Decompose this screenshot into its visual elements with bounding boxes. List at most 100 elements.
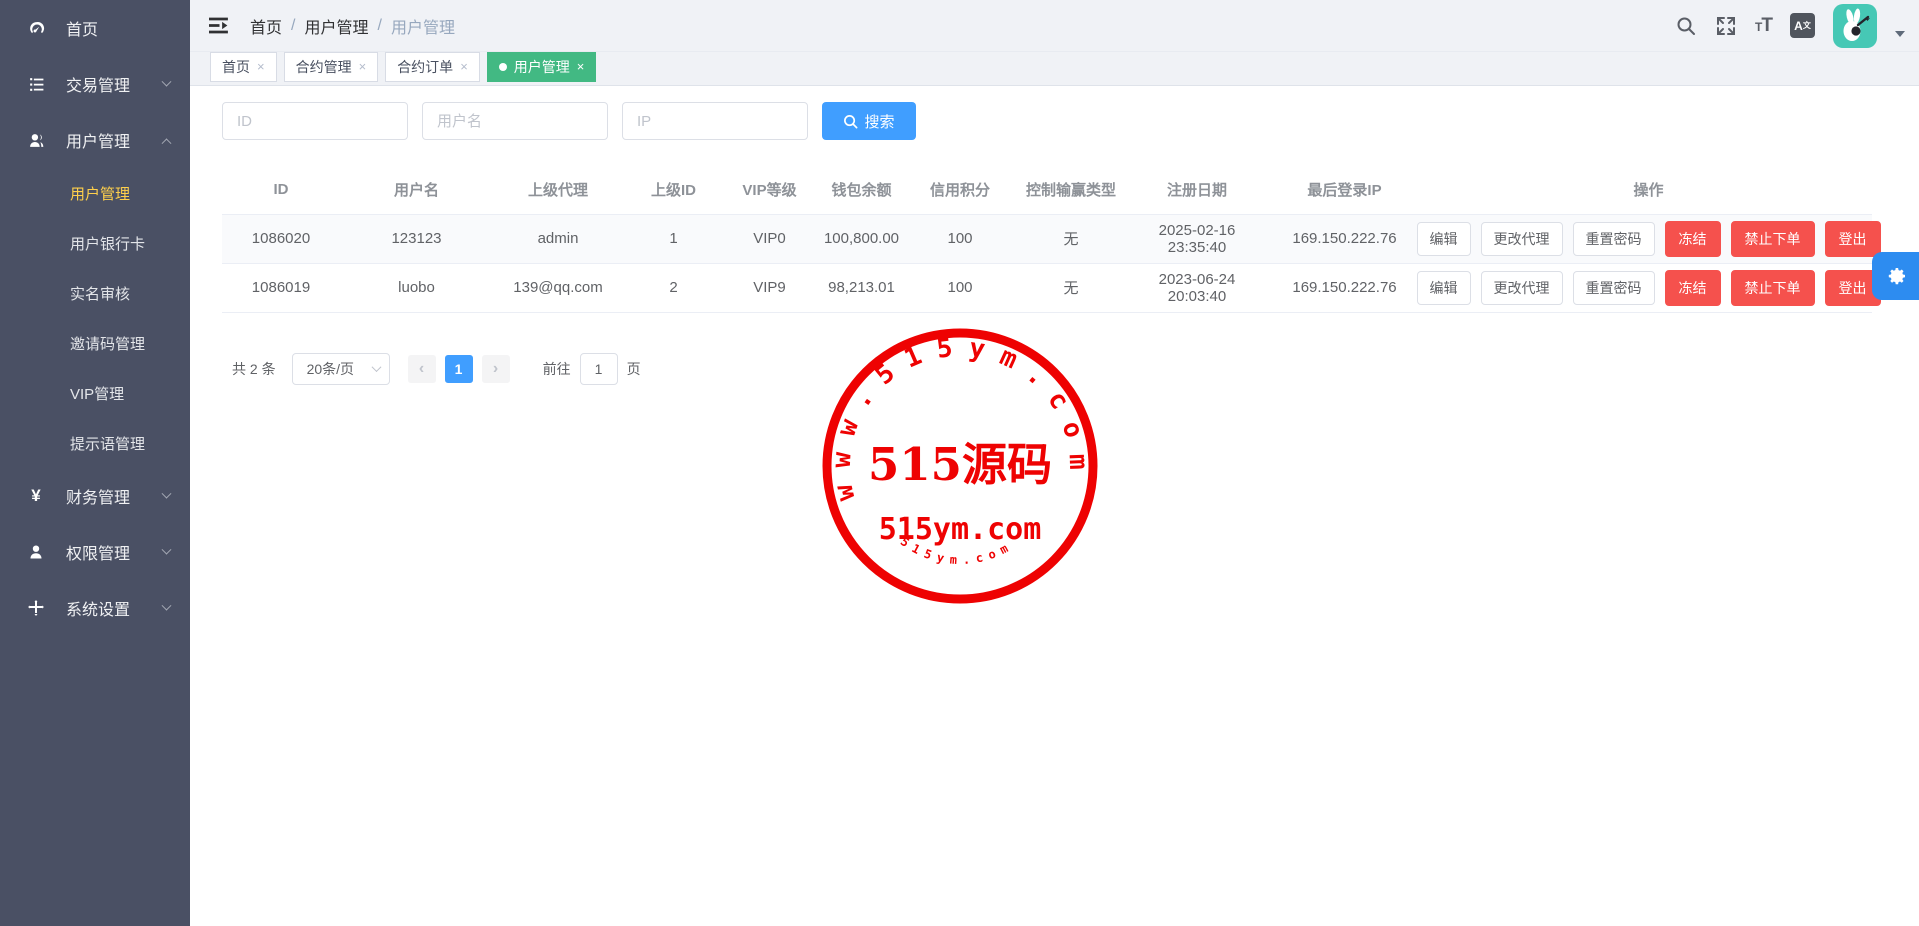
breadcrumb-separator: / [377,17,381,35]
tab-user-management-active[interactable]: 用户管理 × [487,52,597,82]
breadcrumb-item[interactable]: 首页 [250,14,282,38]
sidebar-item-label: 首页 [66,16,170,40]
cell-register-date: 2023-06-24 20:03:40 [1130,263,1264,312]
cell-id: 1086019 [222,263,340,312]
pagination-total: 共 2 条 [232,359,276,379]
pagination: 共 2 条 20条/页 ‹ 1 › 前往 页 [232,353,1919,385]
stamp-subtitle: 515ym.com [879,512,1042,547]
chevron-down-icon [371,362,381,372]
table-header-row: ID 用户名 上级代理 上级ID VIP等级 钱包余额 信用积分 控制输赢类型 … [222,166,1872,214]
col-header-credit: 信用积分 [908,166,1012,214]
breadcrumb-separator: / [291,17,295,35]
sidebar-subitem-invite-codes[interactable]: 邀请码管理 [0,318,190,368]
sidebar: 首页 交易管理 用户管理 用户管理 用户银行卡 实名审核 邀请码管理 VIP管理… [0,0,190,926]
search-form: 搜索 [222,102,1919,140]
sidebar-subitem-realname-review[interactable]: 实名审核 [0,268,190,318]
cell-win-control: 无 [1012,263,1130,312]
reset-password-button[interactable]: 重置密码 [1573,271,1655,305]
current-page-button[interactable]: 1 [445,355,473,383]
tab-close-icon[interactable]: × [359,59,367,74]
search-icon[interactable] [1675,15,1697,37]
chevron-up-icon [162,138,172,148]
stamp-title: 515源码 [868,438,1052,491]
goto-suffix: 页 [627,359,641,379]
goto-page-input[interactable] [580,353,618,385]
cell-balance: 100,800.00 [815,214,908,263]
sidebar-item-permissions[interactable]: 权限管理 [0,524,190,580]
sidebar-item-label: 交易管理 [66,72,163,96]
yen-icon: ¥ [27,487,45,505]
freeze-button[interactable]: 冻结 [1665,221,1721,257]
edit-button[interactable]: 编辑 [1417,222,1471,256]
search-button[interactable]: 搜索 [822,102,916,140]
col-header-id: ID [222,166,340,214]
sidebar-submenu-users: 用户管理 用户银行卡 实名审核 邀请码管理 VIP管理 提示语管理 [0,168,190,468]
ban-order-button[interactable]: 禁止下单 [1731,221,1815,257]
sidebar-item-users[interactable]: 用户管理 [0,112,190,168]
settings-cross-icon [27,599,45,617]
sidebar-item-finance[interactable]: ¥ 财务管理 [0,468,190,524]
logout-user-button[interactable]: 登出 [1825,221,1881,257]
breadcrumb-item-current: 用户管理 [391,14,455,38]
tab-home[interactable]: 首页 × [210,52,277,82]
navbar-actions: TT A文 [1675,4,1905,48]
users-table: ID 用户名 上级代理 上级ID VIP等级 钱包余额 信用积分 控制输赢类型 … [222,166,1872,313]
tab-label: 合约订单 [397,57,453,77]
user-menu-caret-icon[interactable] [1895,31,1905,37]
change-agent-button[interactable]: 更改代理 [1481,222,1563,256]
table-row: 1086020 123123 admin 1 VIP0 100,800.00 1… [222,214,1872,263]
username-search-input[interactable] [422,102,608,140]
cell-credit: 100 [908,263,1012,312]
sidebar-item-settings[interactable]: 系统设置 [0,580,190,636]
id-search-input[interactable] [222,102,408,140]
col-header-register-date: 注册日期 [1130,166,1264,214]
breadcrumb-item[interactable]: 用户管理 [304,14,368,38]
sidebar-fold-icon[interactable] [208,15,230,37]
sidebar-subitem-prompt-management[interactable]: 提示语管理 [0,418,190,468]
tab-close-icon[interactable]: × [577,59,585,74]
freeze-button[interactable]: 冻结 [1665,270,1721,306]
tab-label: 用户管理 [514,57,570,77]
sidebar-item-label: 系统设置 [66,596,163,620]
cell-id: 1086020 [222,214,340,263]
avatar[interactable] [1833,4,1877,48]
active-tab-dot [499,63,507,71]
tab-contract-management[interactable]: 合约管理 × [284,52,379,82]
col-header-balance: 钱包余额 [815,166,908,214]
sidebar-item-home[interactable]: 首页 [0,0,190,56]
translate-icon[interactable]: A文 [1790,13,1815,38]
sidebar-subitem-user-bankcards[interactable]: 用户银行卡 [0,218,190,268]
settings-panel-button[interactable] [1872,252,1919,300]
person-icon [27,543,45,561]
font-size-icon[interactable]: TT [1755,15,1772,37]
sidebar-subitem-vip-management[interactable]: VIP管理 [0,368,190,418]
change-agent-button[interactable]: 更改代理 [1481,271,1563,305]
tab-contract-orders[interactable]: 合约订单 × [385,52,480,82]
goto-label: 前往 [543,359,571,379]
reset-password-button[interactable]: 重置密码 [1573,222,1655,256]
sidebar-subitem-user-management[interactable]: 用户管理 [0,168,190,218]
cell-agent: 139@qq.com [493,263,623,312]
tags-view-bar: 首页 × 合约管理 × 合约订单 × 用户管理 × [190,52,1919,86]
col-header-parent-id: 上级ID [623,166,724,214]
next-page-button[interactable]: › [482,355,510,383]
cell-parent-id: 1 [623,214,724,263]
admin-app: 首页 交易管理 用户管理 用户管理 用户银行卡 实名审核 邀请码管理 VIP管理… [0,0,1919,926]
cell-balance: 98,213.01 [815,263,908,312]
col-header-agent: 上级代理 [493,166,623,214]
prev-page-button[interactable]: ‹ [408,355,436,383]
sidebar-item-trade[interactable]: 交易管理 [0,56,190,112]
col-header-last-login-ip: 最后登录IP [1264,166,1425,214]
ip-search-input[interactable] [622,102,808,140]
tab-close-icon[interactable]: × [460,59,468,74]
main-area: 首页 / 用户管理 / 用户管理 TT A文 [190,0,1919,926]
page-content: 搜索 ID 用户名 上级代理 上级ID VIP等级 [190,86,1919,926]
fullscreen-icon[interactable] [1715,15,1737,37]
ban-order-button[interactable]: 禁止下单 [1731,270,1815,306]
cell-parent-id: 2 [623,263,724,312]
tab-close-icon[interactable]: × [257,59,265,74]
page-size-select[interactable]: 20条/页 [292,353,390,385]
cell-last-login-ip: 169.150.222.76 [1264,214,1425,263]
edit-button[interactable]: 编辑 [1417,271,1471,305]
breadcrumb: 首页 / 用户管理 / 用户管理 [250,14,455,38]
